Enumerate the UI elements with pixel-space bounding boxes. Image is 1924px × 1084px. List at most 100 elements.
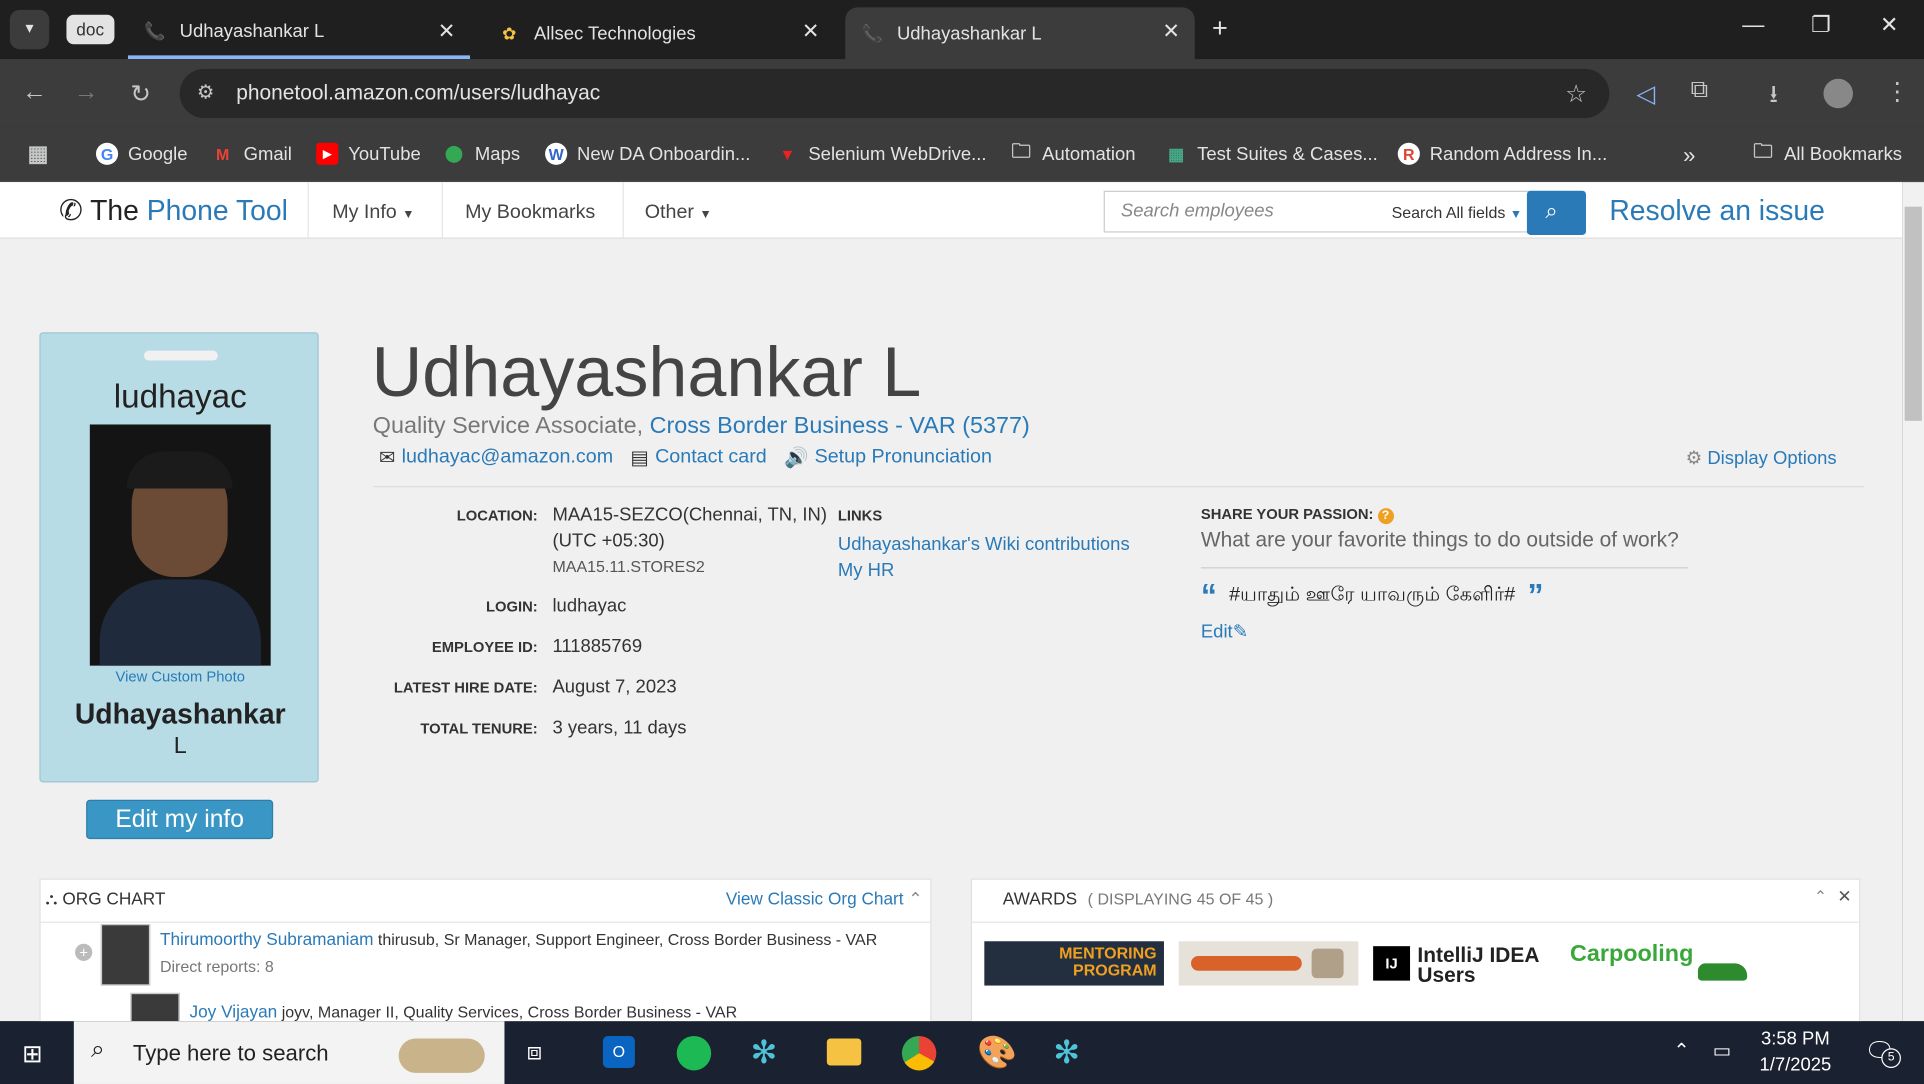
gmail-icon: M [216,144,230,164]
classic-org-chart-link[interactable]: View Classic Org Chart ⌃ [726,888,923,909]
email-link[interactable]: ✉ ludhayac@amazon.com [379,445,613,470]
maps-icon: ⬤ [445,143,463,163]
extension-icon[interactable]: ◁ [1636,79,1655,110]
display-options-link[interactable]: ⚙ Display Options [1686,447,1837,469]
book-icon: ▤ [630,447,649,469]
outlook-icon[interactable]: O [602,1035,635,1068]
all-bookmarks[interactable]: 🗀 All Bookmarks [1752,141,1902,165]
awards-count: ( DISPLAYING 45 OF 45 ) [1087,889,1274,909]
view-custom-photo-link[interactable]: View Custom Photo [41,668,320,685]
tab-3[interactable]: 📞 Udhayashankar L ✕ [845,7,1195,60]
folder-icon: 🗀 [1011,140,1032,162]
google-icon: G [95,142,119,165]
profile-avatar[interactable] [1823,78,1853,109]
location-value: MAA15-SEZCO(Chennai, TN, IN) [552,504,827,526]
nav-other[interactable]: Other ▼ [645,202,712,224]
puzzle-icon[interactable]: ⧉ [1691,76,1709,104]
back-icon[interactable]: ← [22,79,47,107]
taskbar-search[interactable]: ⌕ Type here to search [73,1021,505,1084]
search-button[interactable]: ⌕ [1526,190,1586,236]
tab-1[interactable]: 📞 Udhayashankar L ✕ [127,7,471,60]
paint-icon[interactable]: 🎨 [977,1034,1017,1072]
setup-pronunciation-link[interactable]: 🔊 Setup Pronunciation [784,445,992,470]
apps-icon[interactable]: ▦ [27,141,59,166]
reload-icon[interactable]: ↻ [130,79,151,110]
download-icon[interactable]: ⭳ [1769,76,1778,118]
tab-search-icon[interactable]: ▾ [9,9,50,50]
star-icon[interactable]: ☆ [1565,79,1587,110]
close-icon[interactable]: ✕ [438,20,456,45]
intellij-icon: IJ [1373,946,1411,981]
org-link[interactable]: Cross Border Business - VAR (5377) [650,413,1030,439]
passion-answer: “ #யாதும் ஊரே யாவரும் கேளிர்# ” [1200,577,1544,614]
clock[interactable]: 3:58 PM 1/7/2025 [1759,1029,1831,1076]
tab-group-label[interactable]: doc [66,14,114,45]
bookmark-new-da[interactable]: W New DA Onboardin... [545,142,750,165]
search-input[interactable]: Search employees Search All fields ▼ [1103,190,1530,233]
nav-my-info[interactable]: My Info ▼ [332,202,414,224]
battery-icon[interactable]: ▭ [1713,1038,1732,1063]
page-scrollbar[interactable] [1902,182,1924,1022]
search-scope-select[interactable]: Search All fields ▼ [1392,203,1522,221]
allsec-icon: ✿ [502,22,517,43]
notifications-icon[interactable]: 🗨 5 [1864,1036,1901,1068]
bookmark-youtube[interactable]: ▶ YouTube [316,142,421,165]
restore-icon[interactable]: ❐ [1811,12,1831,38]
address-bar[interactable]: ⚙ phonetool.amazon.com/users/ludhayac ☆ [179,68,1610,119]
bookmark-automation[interactable]: 🗀 Automation [1010,140,1135,165]
more-bookmarks-icon[interactable]: » [1683,143,1695,169]
spotify-icon[interactable] [676,1035,712,1071]
wiki-contributions-link[interactable]: Udhayashankar's Wiki contributions [838,534,1130,555]
award-carpooling[interactable]: Carpooling [1570,941,1755,985]
open-quote-icon: “ [1200,577,1217,614]
bookmark-gmail[interactable]: M Gmail [212,143,292,165]
collapse-icon[interactable]: ⌃ [908,888,922,908]
chrome-icon[interactable] [901,1035,937,1071]
bookmark-test-suites[interactable]: ▦ Test Suites & Cases... [1165,143,1378,165]
divider [1200,567,1689,569]
app-icon[interactable]: ✻ [1053,1034,1080,1072]
task-view-icon[interactable]: ⧈ [527,1038,543,1066]
gear-icon: ⚙ [1685,447,1703,469]
badge-login: ludhayac [113,377,247,415]
site-info-icon[interactable]: ⚙ [197,80,215,105]
file-explorer-icon[interactable] [826,1038,862,1066]
login-value: ludhayac [552,595,627,617]
new-tab-icon[interactable]: + [1212,12,1228,44]
minimize-icon[interactable]: — [1742,12,1764,38]
menu-icon[interactable]: ⋮ [1885,76,1910,107]
close-icon[interactable]: ✕ [1162,20,1180,45]
award-mentoring[interactable]: MENTORING PROGRAM [984,941,1164,986]
app-icon[interactable]: ✻ [751,1034,778,1072]
chevron-up-icon[interactable]: ⌃ [1673,1038,1689,1063]
windows-start-icon[interactable]: ⊞ [22,1038,43,1069]
search-icon: ⌕ [1545,198,1558,223]
bookmark-selenium[interactable]: ▼ Selenium WebDrive... [776,143,987,165]
tab-2[interactable]: ✿ Allsec Technologies ✕ [482,7,834,59]
contact-card-link[interactable]: ▤ Contact card [630,445,766,470]
org-person-1-link[interactable]: Thirumoorthy Subramaniam [160,929,373,949]
resolve-issue-link[interactable]: Resolve an issue [1609,194,1825,227]
phone-icon: 📞 [144,20,166,41]
close-icon[interactable]: ✕ [1837,886,1851,907]
awards-title: AWARDS [1002,888,1078,909]
my-hr-link[interactable]: My HR [838,560,894,581]
collapse-icon[interactable]: ⌃ [1814,887,1827,907]
expand-icon[interactable]: + [75,943,93,961]
award-intellij[interactable]: IJ IntelliJ IDEA Users [1373,941,1553,986]
site-logo[interactable]: ✆ The Phone Tool [59,194,288,227]
nav-my-bookmarks[interactable]: My Bookmarks [465,202,595,224]
org-person-2-link[interactable]: Joy Vijayan [189,1002,277,1022]
award-badge[interactable] [1178,941,1359,986]
speaker-icon: 🔊 [783,447,809,469]
forward-icon[interactable]: → [74,79,99,107]
bookmark-maps[interactable]: ⬤ Maps [443,143,520,165]
bookmark-random-address[interactable]: R Random Address In... [1397,142,1607,165]
stones-icon [398,1038,485,1073]
edit-passion-link[interactable]: Edit✎ [1201,620,1248,642]
bookmark-google[interactable]: G Google [95,142,187,165]
close-icon[interactable]: ✕ [802,20,820,45]
edit-my-info-button[interactable]: Edit my info [86,799,274,840]
help-icon[interactable]: ? [1377,508,1394,525]
close-window-icon[interactable]: ✕ [1880,12,1899,38]
